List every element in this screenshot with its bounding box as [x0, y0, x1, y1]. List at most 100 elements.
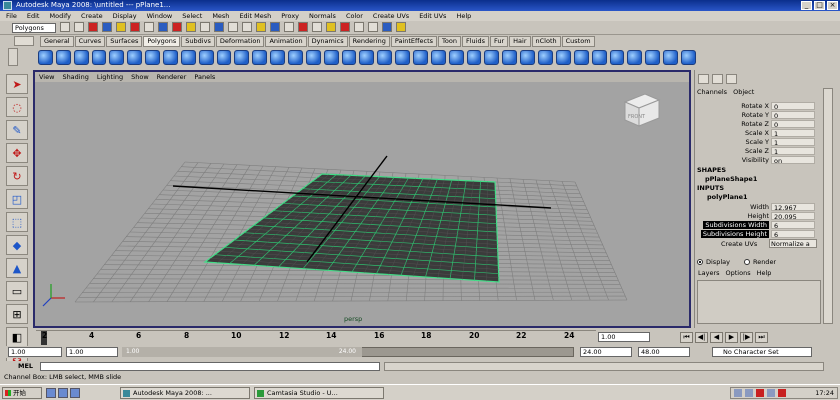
boolean-intersection-icon[interactable] — [341, 50, 357, 65]
attr-rotate-y[interactable]: Rotate Y 0 — [695, 111, 815, 120]
channel-box-icon[interactable] — [396, 22, 406, 32]
attr-subdivisions-width[interactable]: Subdivisions Width 6 — [695, 221, 815, 230]
channel-box-scrollbar[interactable] — [823, 88, 833, 324]
ipr-render-icon[interactable] — [242, 22, 252, 32]
poly-cone-icon[interactable] — [91, 50, 107, 65]
volume-icon[interactable] — [767, 389, 775, 397]
poly-pipe-icon[interactable] — [180, 50, 196, 65]
mel-input[interactable] — [40, 362, 380, 371]
poly-cylinder-icon[interactable] — [73, 50, 89, 65]
channel-box-menu-object[interactable]: Object — [733, 88, 754, 96]
tab-dynamics[interactable]: Dynamics — [307, 36, 348, 47]
step-forward-icon[interactable]: |▶ — [740, 332, 753, 343]
tray-icon[interactable] — [734, 389, 742, 397]
tab-rendering[interactable]: Rendering — [348, 36, 390, 47]
tab-polygons[interactable]: Polygons — [143, 36, 181, 47]
menu-select[interactable]: Select — [182, 11, 202, 21]
menu-mesh[interactable]: Mesh — [212, 11, 229, 21]
rotate-tool-icon[interactable]: ↻ — [6, 166, 28, 186]
menu-edit[interactable]: Edit — [27, 11, 40, 21]
chamfer-vertex-icon[interactable] — [609, 50, 625, 65]
poly-plane-icon[interactable] — [109, 50, 125, 65]
start-time-field[interactable]: 1.00 — [8, 347, 62, 357]
go-to-end-icon[interactable]: ⏭ — [755, 332, 768, 343]
go-to-start-icon[interactable]: ⏮ — [680, 332, 693, 343]
open-scene-icon[interactable] — [74, 22, 84, 32]
scale-tool-icon[interactable]: ◰ — [6, 189, 28, 209]
channel-box-mode-icon[interactable] — [698, 74, 709, 84]
vp-menu-show[interactable]: Show — [131, 72, 149, 82]
perspective-viewport[interactable]: View Shading Lighting Show Renderer Pane… — [33, 70, 691, 328]
tab-fur[interactable]: Fur — [489, 36, 509, 47]
duplicate-face-icon[interactable] — [627, 50, 643, 65]
playback-end-field[interactable]: 24.00 — [580, 347, 632, 357]
layer-menu-layers[interactable]: Layers — [698, 269, 720, 277]
layer-menu-options[interactable]: Options — [726, 269, 751, 277]
snap-plane-icon[interactable] — [200, 22, 210, 32]
poke-face-icon[interactable] — [663, 50, 678, 65]
history-icon[interactable] — [214, 22, 224, 32]
range-slider-handle[interactable]: 1.00 24.00 — [122, 347, 362, 357]
menu-create-uvs[interactable]: Create UVs — [373, 11, 409, 21]
vp-menu-renderer[interactable]: Renderer — [157, 72, 187, 82]
tab-general[interactable]: General — [40, 36, 74, 47]
poly-soccer-ball-icon[interactable] — [216, 50, 232, 65]
attr-width[interactable]: Width 12.967 — [695, 203, 815, 212]
character-set-dropdown[interactable]: No Character Set — [712, 347, 812, 357]
tab-toon[interactable]: Toon — [438, 36, 461, 47]
numeric-input-icon[interactable] — [340, 22, 350, 32]
attr-subdivisions-height[interactable]: Subdivisions Height 6 — [695, 230, 815, 239]
layer-list[interactable] — [697, 280, 821, 324]
start-button[interactable]: 开始 — [2, 387, 42, 399]
menu-file[interactable]: File — [6, 11, 17, 21]
maximize-button[interactable]: □ — [814, 1, 825, 10]
vp-menu-shading[interactable]: Shading — [62, 72, 88, 82]
outliner-layout-icon[interactable]: ◧ — [6, 327, 28, 347]
offset-edge-loop-icon[interactable] — [555, 50, 571, 65]
current-frame-field[interactable]: 1.00 — [598, 332, 650, 342]
bevel-icon[interactable] — [591, 50, 607, 65]
pick-mask-icon[interactable] — [144, 22, 154, 32]
attr-rotate-z[interactable]: Rotate Z 0 — [695, 120, 815, 129]
menu-help[interactable]: Help — [456, 11, 471, 21]
vp-menu-view[interactable]: View — [39, 72, 54, 82]
channel-box-menu-channels[interactable]: Channels — [697, 88, 727, 96]
explorer-icon[interactable] — [70, 388, 80, 398]
tab-curves[interactable]: Curves — [74, 36, 106, 47]
shape-node-name[interactable]: pPlaneShape1 — [705, 175, 757, 183]
render-settings-icon[interactable] — [256, 22, 266, 32]
tab-custom[interactable]: Custom — [561, 36, 595, 47]
tab-surfaces[interactable]: Surfaces — [106, 36, 143, 47]
step-back-icon[interactable]: ◀| — [695, 332, 708, 343]
split-polygon-icon[interactable] — [520, 50, 536, 65]
quick-select-icon[interactable] — [326, 22, 336, 32]
attr-scale-z[interactable]: Scale Z 1 — [695, 147, 815, 156]
mirror-geometry-icon[interactable] — [359, 50, 375, 65]
wedge-face-icon[interactable] — [680, 50, 696, 65]
tray-icon[interactable] — [745, 389, 753, 397]
menu-edit-mesh[interactable]: Edit Mesh — [239, 11, 271, 21]
four-pane-layout-icon[interactable]: ⊞ — [6, 304, 28, 324]
attr-visibility[interactable]: Visibility on — [695, 156, 815, 165]
input-output-icon[interactable] — [284, 22, 294, 32]
merge-icon[interactable] — [573, 50, 589, 65]
menu-display[interactable]: Display — [113, 11, 137, 21]
menu-window[interactable]: Window — [147, 11, 173, 21]
select-hierarchy-icon[interactable] — [102, 22, 112, 32]
select-object-icon[interactable] — [116, 22, 126, 32]
menu-modify[interactable]: Modify — [49, 11, 71, 21]
poly-cube-icon[interactable] — [55, 50, 71, 65]
poly-helix-icon[interactable] — [198, 50, 214, 65]
smooth-icon[interactable] — [377, 50, 393, 65]
show-manipulator-icon[interactable]: ▲ — [6, 258, 28, 278]
boolean-union-icon[interactable] — [305, 50, 321, 65]
layer-menu-help[interactable]: Help — [757, 269, 772, 277]
bridge-icon[interactable] — [484, 50, 500, 65]
append-polygon-icon[interactable] — [502, 50, 518, 65]
snap-curve-icon[interactable] — [172, 22, 182, 32]
attr-create-uvs-value[interactable]: Normalize a — [769, 239, 817, 248]
attr-scale-y[interactable]: Scale Y 1 — [695, 138, 815, 147]
close-button[interactable]: × — [827, 1, 838, 10]
extract-icon[interactable] — [288, 50, 303, 65]
attr-scale-x[interactable]: Scale X 1 — [695, 129, 815, 138]
